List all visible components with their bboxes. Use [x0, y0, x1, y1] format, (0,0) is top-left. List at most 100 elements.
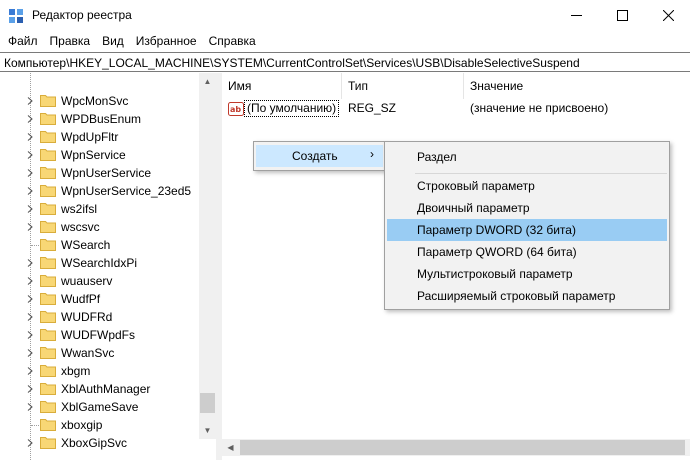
tree-item[interactable]: XblGameSave — [0, 398, 200, 416]
tree-item[interactable]: wuauserv — [0, 272, 200, 290]
folder-icon — [40, 257, 56, 269]
chevron-right-icon[interactable] — [27, 331, 33, 339]
submenu-item-key[interactable]: Раздел — [387, 146, 667, 168]
tree-item[interactable]: WUDFWpdFs — [0, 326, 200, 344]
value-type: REG_SZ — [348, 101, 397, 115]
chevron-right-icon: › — [370, 147, 374, 161]
list-scroll-thumb[interactable] — [240, 440, 685, 455]
chevron-right-icon[interactable] — [27, 439, 33, 447]
chevron-right-icon[interactable] — [27, 169, 33, 177]
tree-item-label: WwanSvc — [61, 346, 115, 360]
registry-icon — [9, 9, 23, 23]
chevron-right-icon[interactable] — [27, 277, 33, 285]
scroll-down-icon[interactable]: ▼ — [199, 422, 216, 439]
tree-item[interactable]: ws2ifsl — [0, 200, 200, 218]
chevron-right-icon[interactable] — [27, 187, 33, 195]
chevron-right-icon[interactable] — [27, 403, 33, 411]
create-submenu: Раздел Строковый параметр Двоичный парам… — [384, 141, 670, 310]
submenu-item-dword-value[interactable]: Параметр DWORD (32 бита) — [387, 219, 667, 241]
folder-icon — [40, 365, 56, 377]
menu-view[interactable]: Вид — [96, 31, 130, 51]
folder-icon — [40, 131, 56, 143]
chevron-right-icon[interactable] — [27, 367, 33, 375]
tree-item-label: ws2ifsl — [61, 202, 98, 216]
submenu-item-multi-string-value[interactable]: Мультистроковый параметр — [387, 263, 667, 285]
tree-item[interactable]: WpnService — [0, 146, 200, 164]
chevron-right-icon[interactable] — [27, 205, 33, 213]
column-header-value[interactable]: Значение — [464, 73, 690, 99]
folder-icon — [40, 239, 56, 251]
tree-item-label: WpnUserService — [61, 166, 152, 180]
tree-item[interactable]: WSearchIdxPi — [0, 254, 200, 272]
chevron-right-icon[interactable] — [27, 385, 33, 393]
submenu-item-qword-value[interactable]: Параметр QWORD (64 бита) — [387, 241, 667, 263]
submenu-separator — [415, 173, 667, 174]
list-horizontal-scrollbar[interactable]: ◀ — [222, 439, 690, 456]
menu-file[interactable]: Файл — [2, 31, 44, 51]
tree-item[interactable]: WpnUserService — [0, 164, 200, 182]
minimize-button[interactable] — [553, 0, 599, 31]
tree-item-label: WPDBusEnum — [61, 112, 142, 126]
folder-icon — [40, 437, 56, 449]
tree-item-label: WSearch — [61, 238, 111, 252]
submenu-item-label: Строковый параметр — [417, 179, 535, 193]
submenu-item-label: Двоичный параметр — [417, 201, 530, 215]
tree-item[interactable]: WwanSvc — [0, 344, 200, 362]
column-header-type[interactable]: Тип — [342, 73, 464, 99]
tree-item[interactable]: XblAuthManager — [0, 380, 200, 398]
submenu-item-binary-value[interactable]: Двоичный параметр — [387, 197, 667, 219]
address-path: Компьютер\HKEY_LOCAL_MACHINE\SYSTEM\Curr… — [4, 56, 580, 70]
tree-item[interactable]: WudfPf — [0, 290, 200, 308]
tree-item[interactable]: wscsvc — [0, 218, 200, 236]
title-bar: Редактор реестра — [0, 0, 690, 31]
value-data: (значение не присвоено) — [470, 101, 609, 115]
tree-item[interactable]: WpdUpFltr — [0, 128, 200, 146]
table-row[interactable]: ab (По умолчанию) REG_SZ (значение не пр… — [222, 99, 690, 119]
minimize-icon — [570, 15, 582, 16]
tree-scroll-thumb[interactable] — [200, 393, 215, 413]
tree-item[interactable]: WpcMonSvc — [0, 92, 200, 110]
maximize-button[interactable] — [599, 0, 645, 31]
menu-help[interactable]: Справка — [203, 31, 262, 51]
tree-item[interactable]: WpnUserService_23ed5 — [0, 182, 200, 200]
address-bar[interactable]: Компьютер\HKEY_LOCAL_MACHINE\SYSTEM\Curr… — [0, 52, 690, 72]
scroll-left-icon[interactable]: ◀ — [222, 439, 239, 456]
key-tree[interactable]: WpcMonSvc WPDBusEnum WpdUpFltr WpnService Wp… — [0, 73, 216, 460]
chevron-right-icon[interactable] — [27, 151, 33, 159]
ab-string-icon: ab — [228, 102, 244, 116]
chevron-right-icon[interactable] — [27, 97, 33, 105]
scroll-up-icon[interactable]: ▲ — [199, 73, 216, 90]
menu-bar: Файл Правка Вид Избранное Справка — [0, 31, 690, 51]
tree-item[interactable]: WSearch — [0, 236, 200, 254]
tree-item[interactable]: WUDFRd — [0, 308, 200, 326]
tree-item-label: WpnService — [61, 148, 126, 162]
menu-edit[interactable]: Правка — [44, 31, 97, 51]
submenu-item-expandable-string-value[interactable]: Расширяемый строковый параметр — [387, 285, 667, 307]
column-header-name[interactable]: Имя — [222, 73, 342, 99]
tree-item-label: WUDFRd — [61, 310, 113, 324]
chevron-right-icon[interactable] — [27, 115, 33, 123]
chevron-right-icon[interactable] — [27, 313, 33, 321]
tree-item[interactable]: XboxGipSvc — [0, 434, 200, 452]
chevron-right-icon[interactable] — [27, 223, 33, 231]
folder-icon — [40, 311, 56, 323]
tree-vertical-scrollbar[interactable]: ▲ ▼ — [199, 73, 216, 439]
tree-item[interactable]: xbgm — [0, 362, 200, 380]
chevron-right-icon[interactable] — [27, 349, 33, 357]
chevron-right-icon[interactable] — [27, 133, 33, 141]
folder-icon — [40, 401, 56, 413]
folder-icon — [40, 383, 56, 395]
tree-item-label: XblGameSave — [61, 400, 139, 414]
menu-favorites[interactable]: Избранное — [130, 31, 203, 51]
context-menu-item-create[interactable]: Создать › — [256, 145, 383, 167]
tree-item[interactable]: WPDBusEnum — [0, 110, 200, 128]
close-button[interactable] — [645, 0, 690, 31]
folder-icon — [40, 293, 56, 305]
chevron-right-icon[interactable] — [27, 295, 33, 303]
folder-icon — [40, 419, 56, 431]
value-name: (По умолчанию) — [244, 100, 340, 117]
submenu-item-string-value[interactable]: Строковый параметр — [387, 175, 667, 197]
chevron-right-icon[interactable] — [27, 259, 33, 267]
tree-item-label: wscsvc — [61, 220, 100, 234]
tree-item[interactable]: xboxgip — [0, 416, 200, 434]
